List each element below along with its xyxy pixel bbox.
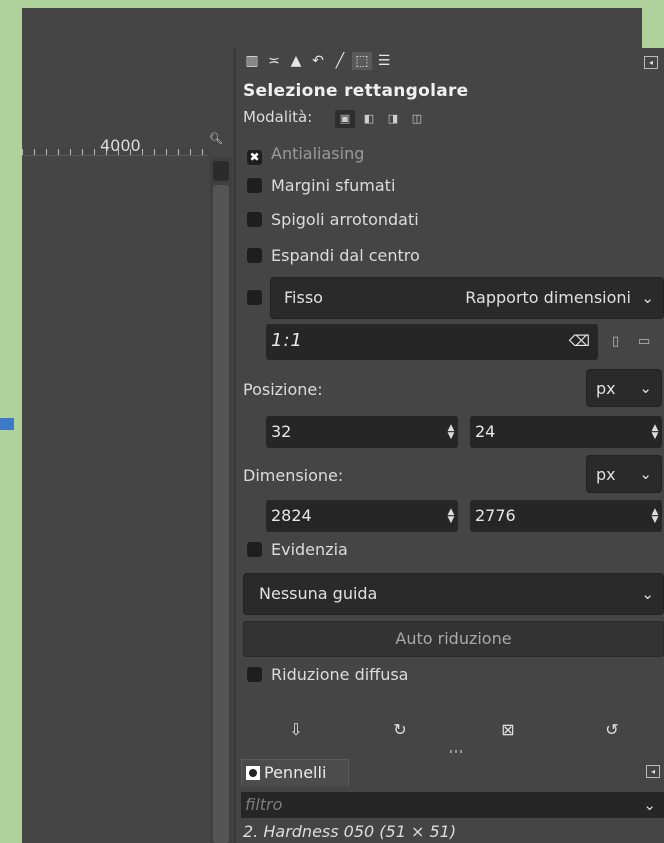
mode-subtract-icon[interactable]: ◨ <box>383 110 403 128</box>
auto-shrink-button[interactable]: Auto riduzione <box>243 621 664 657</box>
antialiasing-label: Antialiasing <box>271 144 365 163</box>
delete-options-icon[interactable]: ⊠ <box>496 718 520 742</box>
chevron-down-icon: ⌄ <box>641 585 654 603</box>
position-y-stepper[interactable]: ▲ ▼ <box>650 424 660 441</box>
size-height-stepper[interactable]: ▲ ▼ <box>650 508 660 525</box>
highlight-checkbox[interactable] <box>247 542 262 557</box>
rounded-corners-checkbox[interactable] <box>247 212 262 227</box>
brushes-panel-menu-icon[interactable]: ◂ <box>646 765 660 778</box>
brushes-tab-label: Pennelli <box>264 763 327 782</box>
zoom-icon[interactable]: 🔍︎ <box>209 132 223 146</box>
antialiasing-option[interactable]: ✖ Antialiasing <box>247 143 364 165</box>
dock-tab-bar: ▥ ≍ ▲ ↶ ╱ ⬚ ☰ ◂ <box>240 52 664 78</box>
restore-options-icon[interactable]: ↻ <box>388 718 412 742</box>
feather-edges-checkbox[interactable] <box>247 178 262 193</box>
horizontal-ruler[interactable]: 4000 <box>22 136 208 156</box>
chevron-down-icon: ⌄ <box>643 796 656 814</box>
antialiasing-checkbox[interactable]: ✖ <box>247 150 262 165</box>
device-status-icon[interactable]: ☰ <box>374 52 394 70</box>
position-y-input[interactable]: 24 ▲ ▼ <box>470 416 662 448</box>
undo-history-icon[interactable]: ↶ <box>308 52 328 70</box>
position-y-value: 24 <box>475 422 496 441</box>
save-options-icon[interactable]: ⇩ <box>284 718 308 742</box>
paintbrush-icon[interactable]: ╱ <box>330 52 350 70</box>
size-label: Dimensione: <box>243 466 344 485</box>
shrink-merged-checkbox[interactable] <box>247 667 262 682</box>
size-width-stepper[interactable]: ▲ ▼ <box>446 508 456 525</box>
tool-title: Selezione rettangolare <box>243 81 469 101</box>
filter-placeholder: filtro <box>245 795 283 814</box>
size-width-input[interactable]: 2824 ▲ ▼ <box>266 500 458 532</box>
fixed-label: Fisso <box>284 288 323 307</box>
scrollbar-thumb[interactable] <box>213 185 229 843</box>
position-x-stepper[interactable]: ▲ ▼ <box>446 424 456 441</box>
highlight-option[interactable]: Evidenzia <box>247 539 348 561</box>
histogram-icon[interactable]: ▲ <box>286 52 306 70</box>
ratio-value: 1:1 <box>271 330 303 351</box>
position-x-value: 32 <box>271 422 292 441</box>
vertical-scrollbar[interactable] <box>210 157 232 843</box>
fixed-checkbox[interactable] <box>247 290 262 305</box>
expand-from-center-label: Espandi dal centro <box>271 246 420 265</box>
scrollbar-cap <box>213 161 229 181</box>
feather-edges-label: Margini sfumati <box>271 176 396 195</box>
clear-icon[interactable]: ⌫ <box>569 332 590 350</box>
panel-menu-icon[interactable]: ◂ <box>644 56 658 69</box>
chevron-down-icon: ⌄ <box>641 289 654 307</box>
position-label: Posizione: <box>243 380 323 399</box>
mode-label: Modalità: <box>243 108 313 126</box>
layers-icon[interactable]: ▥ <box>242 52 262 70</box>
position-unit-value: px <box>596 379 616 398</box>
mode-replace-icon[interactable]: ▣ <box>335 110 355 128</box>
tool-options-icon[interactable]: ⬚ <box>352 52 372 70</box>
reset-options-icon[interactable]: ↺ <box>600 718 624 742</box>
tool-options-footer: ⇩ ↻ ⊠ ↺ <box>240 718 664 748</box>
size-unit-value: px <box>596 465 616 484</box>
tab-brushes[interactable]: Pennelli <box>241 759 349 786</box>
mode-add-icon[interactable]: ◧ <box>359 110 379 128</box>
brush-icon <box>246 766 260 780</box>
fixed-mode-value: Rapporto dimensioni <box>465 288 631 307</box>
brush-filter-input[interactable]: filtro ⌄ <box>241 792 664 818</box>
ratio-input[interactable]: 1:1 ⌫ <box>266 324 598 360</box>
mode-intersect-icon[interactable]: ◫ <box>407 110 427 128</box>
size-unit-select[interactable]: px ⌄ <box>586 455 662 493</box>
pane-grip[interactable] <box>450 750 464 753</box>
portrait-icon[interactable]: ▯ <box>612 334 619 349</box>
shrink-merged-label: Riduzione diffusa <box>271 665 409 684</box>
fixed-checkbox-wrap[interactable] <box>247 287 271 309</box>
chevron-down-icon: ⌄ <box>639 379 652 397</box>
rounded-corners-option[interactable]: Spigoli arrotondati <box>247 209 419 231</box>
position-x-input[interactable]: 32 ▲ ▼ <box>266 416 458 448</box>
fixed-combo[interactable]: Fisso Rapporto dimensioni ⌄ <box>270 277 664 319</box>
expand-from-center-checkbox[interactable] <box>247 248 262 263</box>
window-edge-handle[interactable] <box>0 418 14 430</box>
landscape-icon[interactable]: ▭ <box>638 334 650 349</box>
chevron-down-icon: ⌄ <box>639 465 652 483</box>
feather-edges-option[interactable]: Margini sfumati <box>247 175 395 197</box>
shrink-merged-option[interactable]: Riduzione diffusa <box>247 664 408 686</box>
selected-brush-name: 2. Hardness 050 (51 × 51) <box>243 822 457 841</box>
expand-from-center-option[interactable]: Espandi dal centro <box>247 245 420 267</box>
guides-select[interactable]: Nessuna guida ⌄ <box>243 573 664 615</box>
position-unit-select[interactable]: px ⌄ <box>586 369 662 407</box>
highlight-label: Evidenzia <box>271 540 348 559</box>
size-width-value: 2824 <box>271 506 312 525</box>
ruler-label: 4000 <box>100 136 141 155</box>
size-height-input[interactable]: 2776 ▲ ▼ <box>470 500 662 532</box>
guides-value: Nessuna guida <box>259 584 378 603</box>
size-height-value: 2776 <box>475 506 516 525</box>
rounded-corners-label: Spigoli arrotondati <box>271 210 419 229</box>
channels-icon[interactable]: ≍ <box>264 52 284 70</box>
